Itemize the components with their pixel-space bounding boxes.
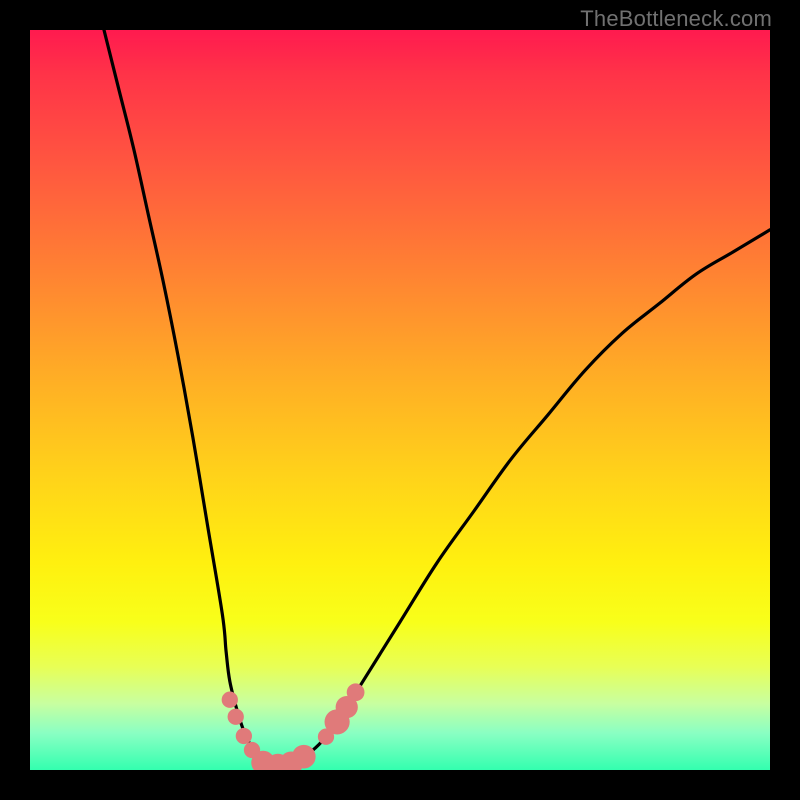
marker-dot: [236, 728, 252, 744]
marker-dot: [222, 692, 238, 708]
watermark-text: TheBottleneck.com: [580, 6, 772, 32]
marker-dot: [292, 745, 316, 769]
marker-dot: [347, 683, 365, 701]
chart-plot-area: [30, 30, 770, 770]
chart-svg: [30, 30, 770, 770]
curve-left: [104, 30, 274, 766]
marker-dot: [228, 709, 244, 725]
curve-right: [274, 230, 770, 767]
